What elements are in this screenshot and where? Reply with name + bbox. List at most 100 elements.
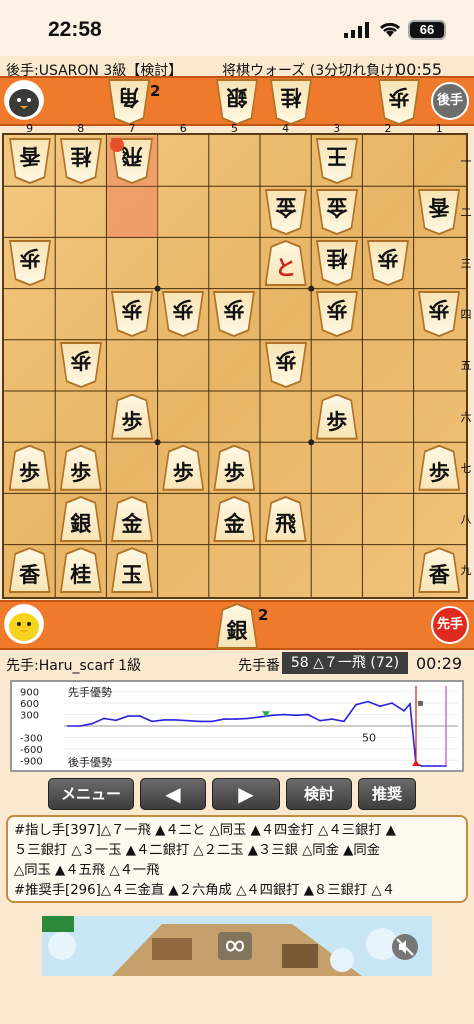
piece-label: 歩	[326, 297, 348, 323]
eval-point	[307, 713, 309, 716]
piece-label: 歩	[428, 297, 450, 323]
gote-piece[interactable]: 金	[265, 189, 307, 235]
sente-piece[interactable]: 歩	[8, 444, 51, 491]
gote-piece[interactable]: 桂	[60, 138, 102, 184]
piece-label: 金	[223, 511, 245, 536]
piece-label: 歩	[19, 246, 41, 271]
eval-point	[271, 714, 273, 717]
turn-label: 先手番	[238, 658, 280, 674]
piece-label: 歩	[19, 459, 41, 485]
gote-piece[interactable]: 歩	[265, 342, 307, 388]
eval-point	[67, 725, 69, 727]
sente-piece[interactable]: 金	[111, 496, 153, 542]
rank-label: 五	[460, 359, 472, 373]
sente-piece[interactable]: 歩	[111, 393, 153, 440]
current-move-display: 58 △７一飛 (72)	[282, 652, 408, 674]
sente-hand-piece[interactable]: 銀	[216, 603, 258, 649]
eval-point	[355, 703, 357, 706]
file-label: 2	[384, 122, 392, 135]
sente-piece[interactable]: と	[264, 240, 307, 286]
battery-icon: 66	[408, 20, 446, 40]
piece-label: 歩	[326, 408, 348, 434]
piece-label: 玉	[121, 562, 143, 588]
eval-point	[139, 715, 141, 717]
review-button[interactable]: 検討	[286, 778, 352, 810]
previous-move-button[interactable]: ◀	[140, 778, 206, 810]
file-label: 5	[230, 122, 238, 135]
eval-point	[319, 719, 321, 722]
piece-label: 歩	[172, 459, 194, 485]
sente-piece[interactable]: 歩	[418, 444, 461, 491]
rank-label: 八	[460, 513, 472, 526]
wifi-icon	[379, 22, 401, 37]
eval-point	[79, 725, 81, 727]
evaluation-graph[interactable]: 900 600 300 -300 -600 -900 先手優勢 後手優勢 50	[10, 680, 464, 772]
rank-label: 九	[460, 564, 472, 578]
shogi-board: 香桂飛王金金香歩と桂歩歩歩歩歩歩歩歩歩歩歩歩歩歩歩銀金金飛香桂玉香	[2, 133, 468, 599]
gote-piece[interactable]: 王	[316, 138, 358, 184]
piece-label: 飛	[275, 511, 297, 536]
piece-label: 角	[118, 85, 140, 110]
gote-piece[interactable]: 歩	[60, 342, 102, 388]
rank-label: 六	[460, 410, 472, 424]
eval-point	[91, 722, 93, 725]
sente-piece[interactable]: 香	[418, 547, 461, 594]
eval-point	[211, 720, 213, 723]
eval-point	[235, 718, 237, 720]
sente-piece[interactable]: 歩	[315, 393, 358, 440]
gote-piece[interactable]: 歩	[111, 291, 153, 337]
file-label: 9	[26, 122, 34, 135]
gote-hand-piece[interactable]: 歩	[378, 79, 420, 125]
sente-piece[interactable]: 玉	[111, 547, 153, 594]
piece-label: 銀	[226, 618, 248, 643]
menu-button[interactable]: メニュー	[48, 778, 134, 810]
ad-banner[interactable]	[42, 916, 432, 976]
next-move-button[interactable]: ▶	[212, 778, 280, 810]
gote-piece[interactable]: 香	[9, 138, 51, 184]
gote-piece[interactable]: 歩	[418, 291, 460, 337]
gote-piece[interactable]: 香	[418, 189, 460, 235]
eval-point	[187, 719, 189, 722]
gote-hand-piece[interactable]: 角	[108, 79, 150, 125]
gote-piece[interactable]: 歩	[9, 240, 51, 286]
eval-point	[421, 765, 423, 767]
rank-label: 二	[460, 205, 472, 219]
gote-piece[interactable]: 歩	[213, 291, 255, 337]
eval-point	[433, 765, 435, 767]
eval-point	[427, 765, 429, 767]
gote-piece[interactable]: 桂	[316, 240, 358, 286]
eval-point	[379, 705, 381, 708]
piece-label: 歩	[377, 246, 399, 271]
piece-label: 歩	[70, 459, 92, 485]
sente-piece[interactable]: 飛	[264, 496, 307, 542]
sente-piece[interactable]: 香	[8, 547, 51, 594]
current-move-triangle	[412, 760, 420, 766]
sente-player-name: 先手:Haru_scarf 1級	[6, 658, 142, 674]
rank-label: 七	[460, 461, 472, 475]
sente-clock: 00:29	[416, 654, 463, 673]
gote-piece[interactable]: 歩	[316, 291, 358, 337]
gote-hand-piece[interactable]: 銀	[216, 79, 258, 125]
gote-hand-piece[interactable]: 桂	[270, 79, 312, 125]
piece-label: 金	[275, 194, 297, 220]
recommend-button[interactable]: 推奨	[358, 778, 416, 810]
move-record-line: #指し手[397]△７一飛 ▲４二と △同玉 ▲４四金打 △４三銀打 ▲	[14, 823, 397, 838]
sente-piece[interactable]: 金	[213, 496, 256, 542]
hand-count: 2	[258, 606, 269, 624]
sente-piece[interactable]: 歩	[213, 444, 256, 491]
sente-piece[interactable]: 歩	[162, 444, 205, 491]
file-label: 7	[128, 122, 136, 135]
eval-point	[115, 719, 117, 722]
sente-piece[interactable]: 歩	[59, 444, 102, 491]
mute-icon[interactable]	[392, 934, 418, 960]
gote-piece[interactable]: 歩	[162, 291, 204, 337]
gote-piece[interactable]: 歩	[367, 240, 409, 286]
piece-label: 王	[326, 143, 348, 169]
sente-piece[interactable]: 桂	[59, 547, 102, 594]
gote-piece[interactable]: 金	[316, 189, 358, 235]
move-record-panel[interactable]: #指し手[397]△７一飛 ▲４二と △同玉 ▲４四金打 △４三銀打 ▲ ５三銀…	[6, 815, 468, 903]
file-label: 1	[435, 122, 443, 135]
sente-piece[interactable]: 銀	[59, 496, 102, 542]
hand-count: 2	[150, 82, 161, 100]
piece-label: 桂	[326, 246, 348, 271]
